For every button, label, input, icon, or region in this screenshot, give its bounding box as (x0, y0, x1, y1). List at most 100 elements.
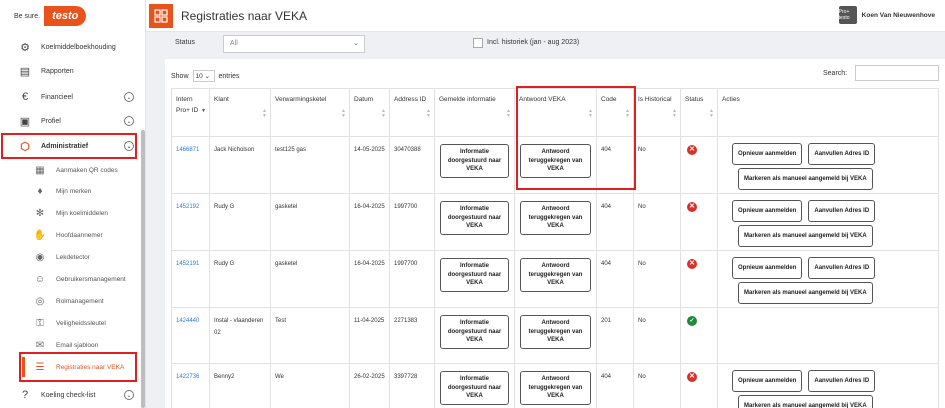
mark-manual-button[interactable]: Markeren als manueel aangemeld bij VEKA (738, 168, 873, 190)
col-header-id[interactable]: Intern Pro+ ID ▼ (171, 88, 210, 137)
informed-button[interactable]: Informatie doorgestuurd naar VEKA (440, 201, 509, 235)
informed-button[interactable]: Informatie doorgestuurd naar VEKA (440, 315, 509, 349)
sidebar-subitem-email-sjabloon[interactable]: ✉ Email sjabloon (0, 338, 145, 352)
chevron-down-icon[interactable]: ⌄ (124, 116, 134, 126)
col-header-datum[interactable]: Datum ▲ ▼ (349, 88, 390, 137)
re-register-button[interactable]: Opnieuw aanmelden (732, 370, 803, 392)
sidebar-subitem-label: Gebruikersmanagement (56, 275, 126, 283)
cell-acties: Opnieuw aanmelden Aanvullen Adres ID Marke… (717, 363, 939, 408)
sidebar-subitem-qr-codes[interactable]: ▦ Aanmaken QR codes (0, 163, 145, 177)
cell-status: ✕ (680, 363, 718, 408)
cell-gemelde: Informatie doorgestuurd naar VEKA (434, 363, 515, 408)
complete-address-button[interactable]: Aanvullen Adres ID (808, 143, 876, 165)
sort-icon: ▲ ▼ (341, 108, 346, 119)
cell-code: 201 (596, 307, 634, 364)
cell-id[interactable]: 1424440 (171, 307, 210, 364)
informed-button[interactable]: Informatie doorgestuurd naar VEKA (440, 371, 509, 405)
gear-icon: ⚙ (20, 41, 30, 54)
sidebar-subitem-gebruikersmanagement[interactable]: ☺ Gebruikersmanagement (0, 272, 145, 286)
cell-klant: Rudy G (209, 250, 271, 308)
cell-gemelde: Informatie doorgestuurd naar VEKA (434, 307, 515, 364)
col-header-address[interactable]: Address ID ▲ ▼ (389, 88, 435, 137)
sidebar-item-label: Koelmiddelboekhouding (41, 43, 116, 51)
col-header-status[interactable]: Status ▲ ▼ (680, 88, 718, 137)
cell-acties (717, 307, 939, 364)
sidebar-item-profiel[interactable]: ▣ Profiel ⌄ (0, 112, 145, 130)
sidebar-subitem-mijn-koelmiddelen[interactable]: ✻ Mijn koelmiddelen (0, 206, 145, 220)
error-circle-icon: ✕ (687, 259, 697, 269)
user-menu[interactable]: Pro+ testo Koen Van Nieuwenhove (838, 6, 935, 24)
sort-icon: ▲ ▼ (709, 108, 714, 119)
sidebar-item-label: Financieel (41, 93, 73, 101)
table-row: 1424440 Instal - vlaanderen 02 Test 11-04-2… (171, 307, 939, 364)
cell-status: ✓ (680, 307, 718, 364)
sidebar-scrollbar[interactable] (141, 130, 145, 408)
error-circle-icon: ✕ (687, 372, 697, 382)
cell-klant: Benny2 (209, 363, 271, 408)
cell-gemelde: Informatie doorgestuurd naar VEKA (434, 250, 515, 308)
answer-button[interactable]: Antwoord teruggekregen van VEKA (520, 315, 591, 349)
cell-ketel: gasketel (270, 250, 350, 308)
cell-id[interactable]: 1466871 (171, 136, 210, 194)
sidebar-subitem-label: Hoofdaannemer (56, 231, 103, 239)
historic-checkbox[interactable] (473, 38, 483, 48)
sidebar-subitem-rolmanagement[interactable]: ◎ Rolmanagement (0, 294, 145, 308)
cell-id[interactable]: 1452192 (171, 193, 210, 251)
cell-historical: No (633, 363, 681, 408)
col-label: Klant (214, 96, 229, 103)
cell-ketel: Test (270, 307, 350, 364)
search-input[interactable] (855, 65, 939, 81)
mark-manual-button[interactable]: Markeren als manueel aangemeld bij VEKA (738, 282, 873, 304)
chevron-down-icon: ⌄ (353, 40, 359, 47)
complete-address-button[interactable]: Aanvullen Adres ID (808, 257, 876, 279)
grid-icon (149, 3, 173, 28)
col-label: Is Historical (638, 96, 672, 103)
informed-button[interactable]: Informatie doorgestuurd naar VEKA (440, 144, 509, 178)
cell-code: 404 (596, 363, 634, 408)
cell-id[interactable]: 1452191 (171, 250, 210, 308)
col-header-historical[interactable]: Is Historical ▲ ▼ (633, 88, 681, 137)
answer-button[interactable]: Antwoord teruggekregen van VEKA (520, 258, 591, 292)
re-register-button[interactable]: Opnieuw aanmelden (732, 257, 803, 279)
complete-address-button[interactable]: Aanvullen Adres ID (808, 370, 876, 392)
show-label: Show (171, 72, 189, 80)
sidebar-subitem-label: Lekdetector (56, 253, 90, 261)
cell-gemelde: Informatie doorgestuurd naar VEKA (434, 193, 515, 251)
mark-manual-button[interactable]: Markeren als manueel aangemeld bij VEKA (738, 225, 873, 247)
col-header-gemelde[interactable]: Gemelde informatie ▲ ▼ (434, 88, 515, 137)
re-register-button[interactable]: Opnieuw aanmelden (732, 143, 803, 165)
answer-button[interactable]: Antwoord teruggekregen van VEKA (520, 201, 591, 235)
brand-tagline: Be sure. (14, 12, 41, 20)
cell-ketel: We (270, 363, 350, 408)
entries-control: Show 10 ⌄ entries (171, 70, 240, 82)
brand-logo[interactable]: Be sure. testo (0, 0, 145, 32)
cell-id[interactable]: 1422736 (171, 363, 210, 408)
col-header-ketel[interactable]: Verwarmingsketel ▲ ▼ (270, 88, 350, 137)
sort-icon: ▲ ▼ (506, 108, 511, 119)
chevron-down-icon[interactable]: ⌄ (124, 92, 134, 102)
avatar: Pro+ testo (838, 6, 857, 24)
sidebar-item-rapporten[interactable]: ▤ Rapporten (0, 62, 145, 80)
answer-button[interactable]: Antwoord teruggekregen van VEKA (520, 371, 591, 405)
sidebar-item-koeling-check-list[interactable]: ? Koeling check-list ⌄ (0, 387, 145, 403)
informed-button[interactable]: Informatie doorgestuurd naar VEKA (440, 258, 509, 292)
cell-klant: Jack Nicholson (209, 136, 271, 194)
sidebar-subitem-hoofdaannemer[interactable]: ✋ Hoofdaannemer (0, 228, 145, 242)
re-register-button[interactable]: Opnieuw aanmelden (732, 200, 803, 222)
cell-datum: 11-04-2025 (349, 307, 390, 364)
sidebar-subitem-veiligheidssleutel[interactable]: ⚿ Veiligheidssleutel (0, 316, 145, 330)
id-card-icon: ▣ (19, 115, 31, 128)
mark-manual-button[interactable]: Markeren als manueel aangemeld bij VEKA (738, 395, 873, 408)
sidebar-item-financieel[interactable]: € Financieel ⌄ (0, 88, 145, 106)
sort-icon: ▲ ▼ (672, 108, 677, 119)
col-header-klant[interactable]: Klant ▲ ▼ (209, 88, 271, 137)
complete-address-button[interactable]: Aanvullen Adres ID (808, 200, 876, 222)
status-select[interactable]: All ⌄ (223, 35, 365, 53)
entries-select[interactable]: 10 ⌄ (192, 70, 215, 82)
sidebar-subitem-mijn-merken[interactable]: ♦ Mijn merken (0, 184, 145, 198)
sidebar-subitem-lekdetector[interactable]: ◉ Lekdetector (0, 250, 145, 264)
cell-antwoord: Antwoord teruggekregen van VEKA (514, 250, 597, 308)
cell-historical: No (633, 193, 681, 251)
chevron-down-icon[interactable]: ⌄ (124, 390, 134, 400)
sidebar-item-koelmiddelboekhouding[interactable]: ⚙ Koelmiddelboekhouding (0, 38, 145, 56)
